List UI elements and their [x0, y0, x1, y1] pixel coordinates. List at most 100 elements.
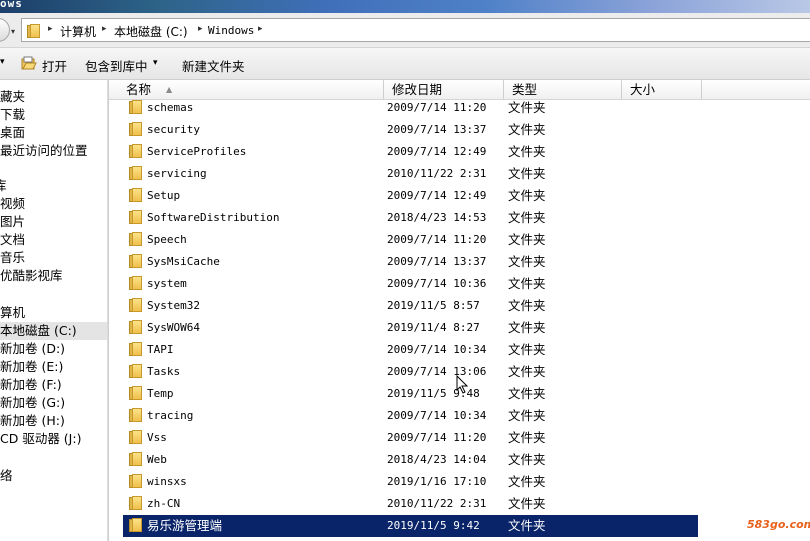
file-name: Speech: [147, 233, 187, 246]
folder-icon: [129, 386, 143, 401]
nav-libraries[interactable]: 库: [0, 177, 7, 195]
folder-icon: [129, 518, 143, 533]
open-icon[interactable]: [21, 55, 37, 71]
file-row[interactable]: servicing 2010/11/22 2:31 文件夹: [123, 163, 698, 185]
file-date: 2009/7/14 13:37: [387, 255, 487, 268]
file-name: SoftwareDistribution: [147, 211, 280, 224]
nav-videos[interactable]: 视频: [0, 195, 25, 213]
file-name: ServiceProfiles: [147, 145, 247, 158]
crumb-separator-icon[interactable]: ▸: [48, 24, 53, 34]
file-row[interactable]: Speech 2009/7/14 11:20 文件夹: [123, 229, 698, 251]
nav-youku-library[interactable]: 优酷影视库: [0, 267, 63, 285]
folder-icon: [129, 320, 143, 335]
file-row[interactable]: SoftwareDistribution 2018/4/23 14:53 文件夹: [123, 207, 698, 229]
file-date: 2019/11/4 8:27: [387, 321, 480, 334]
file-date: 2019/11/5 9:42: [387, 519, 480, 532]
command-toolbar: ▾ 打开 包含到库中 ▾ 新建文件夹: [0, 48, 810, 80]
nav-pictures[interactable]: 图片: [0, 213, 25, 231]
file-date: 2009/7/14 11:20: [387, 233, 487, 246]
folder-icon: [129, 122, 143, 137]
file-type: 文件夹: [508, 166, 546, 181]
address-bar[interactable]: ▸ 计算机 ▸ 本地磁盘 (C:) ▸ Windows ▸: [21, 18, 810, 42]
file-row[interactable]: winsxs 2019/1/16 17:10 文件夹: [123, 471, 698, 493]
nav-music[interactable]: 音乐: [0, 249, 25, 267]
folder-icon: [129, 408, 143, 423]
breadcrumb-computer[interactable]: 计算机: [60, 23, 96, 40]
nav-favorites[interactable]: 藏夹: [0, 88, 25, 106]
file-date: 2009/7/14 11:20: [387, 101, 487, 114]
file-row[interactable]: tracing 2009/7/14 10:34 文件夹: [123, 405, 698, 427]
folder-icon: [129, 430, 143, 445]
nav-downloads[interactable]: 下载: [0, 106, 25, 124]
nav-volume-g[interactable]: 新加卷 (G:): [0, 394, 65, 412]
crumb-separator-icon[interactable]: ▸: [258, 24, 263, 34]
file-row[interactable]: security 2009/7/14 13:37 文件夹: [123, 119, 698, 141]
file-row[interactable]: Web 2018/4/23 14:04 文件夹: [123, 449, 698, 471]
folder-icon: [129, 100, 143, 115]
file-name: tracing: [147, 409, 194, 422]
file-type: 文件夹: [508, 320, 546, 335]
folder-icon: [129, 166, 143, 181]
breadcrumb-windows[interactable]: Windows: [208, 24, 254, 37]
file-type: 文件夹: [508, 474, 546, 489]
file-date: 2009/7/14 12:49: [387, 189, 487, 202]
file-date: 2009/7/14 13:06: [387, 365, 487, 378]
breadcrumb-local-disk[interactable]: 本地磁盘 (C:): [114, 23, 188, 40]
history-dropdown-icon[interactable]: ▾: [11, 27, 15, 36]
file-name: 易乐游管理端: [147, 518, 223, 533]
file-type: 文件夹: [508, 276, 546, 291]
file-row[interactable]: Tasks 2009/7/14 13:06 文件夹: [123, 361, 698, 383]
file-type: 文件夹: [508, 430, 546, 445]
mouse-cursor-icon: [456, 375, 468, 394]
crumb-separator-icon[interactable]: ▸: [198, 24, 203, 34]
file-name: SysMsiCache: [147, 255, 220, 268]
file-row[interactable]: TAPI 2009/7/14 10:34 文件夹: [123, 339, 698, 361]
file-date: 2018/4/23 14:53: [387, 211, 487, 224]
folder-icon: [129, 474, 143, 489]
folder-icon: [129, 210, 143, 225]
nav-cd-drive-j[interactable]: CD 驱动器 (J:): [0, 430, 81, 448]
site-watermark: 583go.com: [747, 518, 810, 531]
back-button[interactable]: [0, 18, 10, 42]
nav-volume-d[interactable]: 新加卷 (D:): [0, 340, 65, 358]
file-row[interactable]: zh-CN 2010/11/22 2:31 文件夹: [123, 493, 698, 515]
file-date: 2010/11/22 2:31: [387, 167, 487, 180]
file-name: Temp: [147, 387, 174, 400]
file-row[interactable]: SysMsiCache 2009/7/14 13:37 文件夹: [123, 251, 698, 273]
nav-computer[interactable]: 算机: [0, 304, 25, 322]
file-name: system: [147, 277, 187, 290]
file-row[interactable]: Vss 2009/7/14 11:20 文件夹: [123, 427, 698, 449]
include-in-library-button[interactable]: 包含到库中: [85, 56, 148, 75]
file-date: 2009/7/14 11:20: [387, 431, 487, 444]
folder-icon: [129, 298, 143, 313]
nav-documents[interactable]: 文档: [0, 231, 25, 249]
nav-network[interactable]: 络: [0, 467, 13, 485]
file-row[interactable]: SysWOW64 2019/11/4 8:27 文件夹: [123, 317, 698, 339]
nav-volume-e[interactable]: 新加卷 (E:): [0, 358, 63, 376]
folder-icon: [129, 496, 143, 511]
new-folder-button[interactable]: 新建文件夹: [182, 56, 245, 75]
file-row[interactable]: ServiceProfiles 2009/7/14 12:49 文件夹: [123, 141, 698, 163]
file-row[interactable]: schemas 2009/7/14 11:20 文件夹: [123, 97, 698, 119]
file-row[interactable]: 易乐游管理端 2019/11/5 9:42 文件夹: [123, 515, 698, 537]
organize-dropdown-icon[interactable]: ▾: [0, 57, 5, 67]
crumb-separator-icon[interactable]: ▸: [102, 24, 107, 34]
file-row[interactable]: Setup 2009/7/14 12:49 文件夹: [123, 185, 698, 207]
file-name: Web: [147, 453, 167, 466]
file-type: 文件夹: [508, 254, 546, 269]
nav-recent-places[interactable]: 最近访问的位置: [0, 142, 88, 160]
nav-local-disk-c[interactable]: 本地磁盘 (C:): [0, 322, 107, 340]
open-button[interactable]: 打开: [42, 56, 67, 75]
include-dropdown-icon[interactable]: ▾: [153, 58, 158, 68]
file-row[interactable]: Temp 2019/11/5 9:48 文件夹: [123, 383, 698, 405]
file-row[interactable]: System32 2019/11/5 8:57 文件夹: [123, 295, 698, 317]
folder-icon: [129, 452, 143, 467]
file-name: servicing: [147, 167, 207, 180]
nav-volume-f[interactable]: 新加卷 (F:): [0, 376, 62, 394]
nav-volume-h[interactable]: 新加卷 (H:): [0, 412, 65, 430]
nav-desktop[interactable]: 桌面: [0, 124, 25, 142]
file-type: 文件夹: [508, 188, 546, 203]
navigation-pane: 藏夹 下载 桌面 最近访问的位置 库 视频 图片 文档 音乐 优酷影视库 算机 …: [0, 80, 108, 541]
file-type: 文件夹: [508, 232, 546, 247]
file-row[interactable]: system 2009/7/14 10:36 文件夹: [123, 273, 698, 295]
